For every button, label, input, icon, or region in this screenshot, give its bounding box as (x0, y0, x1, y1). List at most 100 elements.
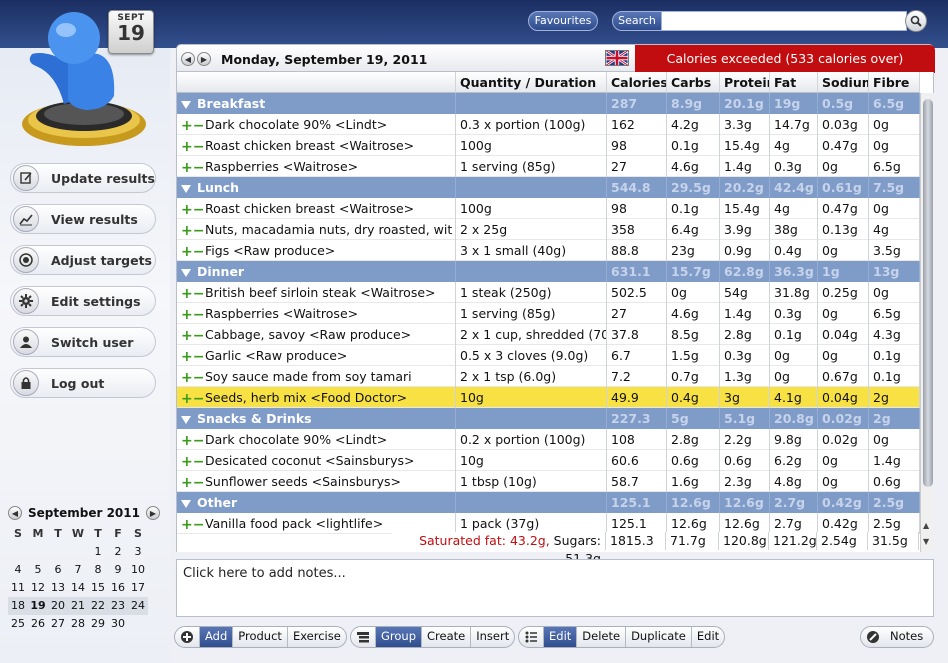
uk-flag-icon[interactable] (605, 50, 629, 66)
search-input[interactable] (661, 11, 907, 31)
update-results-button[interactable]: Update results (10, 163, 156, 193)
edit-secondary-button[interactable]: Edit (690, 627, 724, 647)
notes-button[interactable]: Notes (885, 627, 928, 647)
column-header-fibre[interactable]: Fibre (869, 72, 920, 93)
increase-icon[interactable]: + (181, 370, 193, 386)
calendar-day[interactable]: 28 (68, 615, 88, 633)
collapse-triangle-icon[interactable] (181, 184, 191, 193)
section-row[interactable]: Snacks & Drinks 227.3 5g 5.1g 20.8g 0.02g 2g (177, 408, 920, 429)
food-row[interactable]: +−Figs <Raw produce> 3 x 1 small (40g) 88.… (177, 240, 920, 261)
food-name-cell[interactable]: +−Dark chocolate 90% <Lindt> (177, 429, 456, 450)
calendar-day[interactable]: 30 (108, 615, 128, 633)
food-row[interactable]: +−Seeds, herb mix <Food Doctor> 10g 49.9 0.… (177, 387, 920, 408)
food-name-cell[interactable]: +−Seeds, herb mix <Food Doctor> (177, 387, 456, 408)
delete-button[interactable]: Delete (576, 627, 625, 647)
decrease-icon[interactable]: − (193, 328, 205, 344)
decrease-icon[interactable]: − (193, 118, 205, 134)
food-name-cell[interactable]: +−Garlic <Raw produce> (177, 345, 456, 366)
calendar-day[interactable]: 16 (108, 579, 128, 597)
food-row[interactable]: +−Raspberries <Waitrose> 1 serving (85g) 2… (177, 156, 920, 177)
increase-icon[interactable]: + (181, 139, 193, 155)
calendar-day[interactable]: 20 (48, 597, 68, 615)
decrease-icon[interactable]: − (193, 454, 205, 470)
product-button[interactable]: Product (232, 627, 287, 647)
section-row[interactable]: Other 125.1 12.6g 12.6g 2.7g 0.42g 2.5g (177, 492, 920, 513)
calendar-day[interactable]: 23 (108, 597, 128, 615)
food-name-cell[interactable]: +−Roast chicken breast <Waitrose> (177, 135, 456, 156)
quantity-cell[interactable]: 0.2 x portion (100g) (456, 429, 607, 450)
search-button[interactable]: Search (612, 11, 662, 31)
column-header-quantity[interactable]: Quantity / Duration (456, 72, 607, 93)
scroll-up-arrow[interactable]: ▲ (923, 521, 929, 530)
scroll-down-arrow[interactable]: ▼ (923, 537, 929, 546)
quantity-cell[interactable]: 2 x 1 cup, shredded (70 (456, 324, 607, 345)
prev-day-button[interactable]: ◀ (181, 52, 195, 66)
quantity-cell[interactable]: 0.3 x portion (100g) (456, 114, 607, 135)
quantity-cell[interactable]: 1 serving (85g) (456, 156, 607, 177)
table-scrollbar[interactable]: ▲ ▼ (920, 93, 934, 552)
edit-button[interactable]: Edit (543, 627, 577, 647)
decrease-icon[interactable]: − (193, 391, 205, 407)
calendar-day[interactable]: 9 (108, 561, 128, 579)
quantity-cell[interactable]: 1 serving (85g) (456, 303, 607, 324)
log-out-button[interactable]: Log out (10, 368, 156, 398)
food-row[interactable]: +−Cabbage, savoy <Raw produce> 2 x 1 cup,… (177, 324, 920, 345)
quantity-cell[interactable]: 10g (456, 387, 607, 408)
food-row[interactable]: +−Sunflower seeds <Sainsburys> 1 tbsp (10… (177, 471, 920, 492)
calendar-day[interactable]: 7 (68, 561, 88, 579)
increase-icon[interactable]: + (181, 118, 193, 134)
next-day-button[interactable]: ▶ (197, 52, 211, 66)
calendar-day[interactable]: 2 (108, 543, 128, 561)
food-row[interactable]: +−Vanilla food pack <lightlife> 1 pack (3… (177, 513, 920, 534)
quantity-cell[interactable]: 100g (456, 135, 607, 156)
quantity-cell[interactable]: 2 x 25g (456, 219, 607, 240)
column-header-sodium[interactable]: Sodium (818, 72, 869, 93)
column-header-calories[interactable]: Calories (607, 72, 667, 93)
column-header-carbs[interactable]: Carbs (667, 72, 720, 93)
calendar-day[interactable]: 1 (88, 543, 108, 561)
calendar-day[interactable]: 13 (48, 579, 68, 597)
food-row[interactable]: +−British beef sirloin steak <Waitrose> 1… (177, 282, 920, 303)
food-row[interactable]: +−Dark chocolate 90% <Lindt> 0.3 x portio… (177, 114, 920, 135)
quantity-cell[interactable]: 100g (456, 198, 607, 219)
search-go-button[interactable] (905, 10, 927, 32)
decrease-icon[interactable]: − (193, 433, 205, 449)
edit-settings-button[interactable]: Edit settings (10, 286, 156, 316)
section-name[interactable]: Other (177, 492, 456, 513)
duplicate-button[interactable]: Duplicate (625, 627, 691, 647)
decrease-icon[interactable]: − (193, 349, 205, 365)
section-name[interactable]: Breakfast (177, 93, 456, 114)
decrease-icon[interactable]: − (193, 139, 205, 155)
calendar-day[interactable]: 11 (8, 579, 28, 597)
calendar-day[interactable]: 21 (68, 597, 88, 615)
food-name-cell[interactable]: +−Nuts, macadamia nuts, dry roasted, wit (177, 219, 456, 240)
section-row[interactable]: Dinner 631.1 15.7g 62.8g 36.3g 1g 13g (177, 261, 920, 282)
increase-icon[interactable]: + (181, 517, 193, 533)
decrease-icon[interactable]: − (193, 370, 205, 386)
calendar-day-selected[interactable]: 19 (28, 597, 48, 615)
food-name-cell[interactable]: +−Raspberries <Waitrose> (177, 303, 456, 324)
food-name-cell[interactable]: +−Soy sauce made from soy tamari (177, 366, 456, 387)
increase-icon[interactable]: + (181, 391, 193, 407)
adjust-targets-button[interactable]: Adjust targets (10, 245, 156, 275)
section-name[interactable]: Dinner (177, 261, 456, 282)
increase-icon[interactable]: + (181, 349, 193, 365)
food-row[interactable]: +−Nuts, macadamia nuts, dry roasted, wit… (177, 219, 920, 240)
increase-icon[interactable]: + (181, 202, 193, 218)
calendar-day[interactable]: 6 (48, 561, 68, 579)
collapse-triangle-icon[interactable] (181, 268, 191, 277)
next-month-button[interactable]: ▶ (145, 506, 160, 520)
switch-user-button[interactable]: Switch user (10, 327, 156, 357)
column-header-protein[interactable]: Protein (720, 72, 770, 93)
view-results-button[interactable]: View results (10, 204, 156, 234)
food-row[interactable]: +−Desicated coconut <Sainsburys> 10g 60.6 0… (177, 450, 920, 471)
quantity-cell[interactable]: 1 pack (37g) (456, 513, 607, 534)
calendar-day[interactable]: 26 (28, 615, 48, 633)
food-name-cell[interactable]: +−Figs <Raw produce> (177, 240, 456, 261)
food-row[interactable]: +−Roast chicken breast <Waitrose> 100g 98 0… (177, 198, 920, 219)
quantity-cell[interactable]: 2 x 1 tsp (6.0g) (456, 366, 607, 387)
calendar-day[interactable]: 4 (8, 561, 28, 579)
decrease-icon[interactable]: − (193, 160, 205, 176)
notes-area[interactable]: Click here to add notes... (176, 559, 934, 617)
calendar-day[interactable]: 15 (88, 579, 108, 597)
